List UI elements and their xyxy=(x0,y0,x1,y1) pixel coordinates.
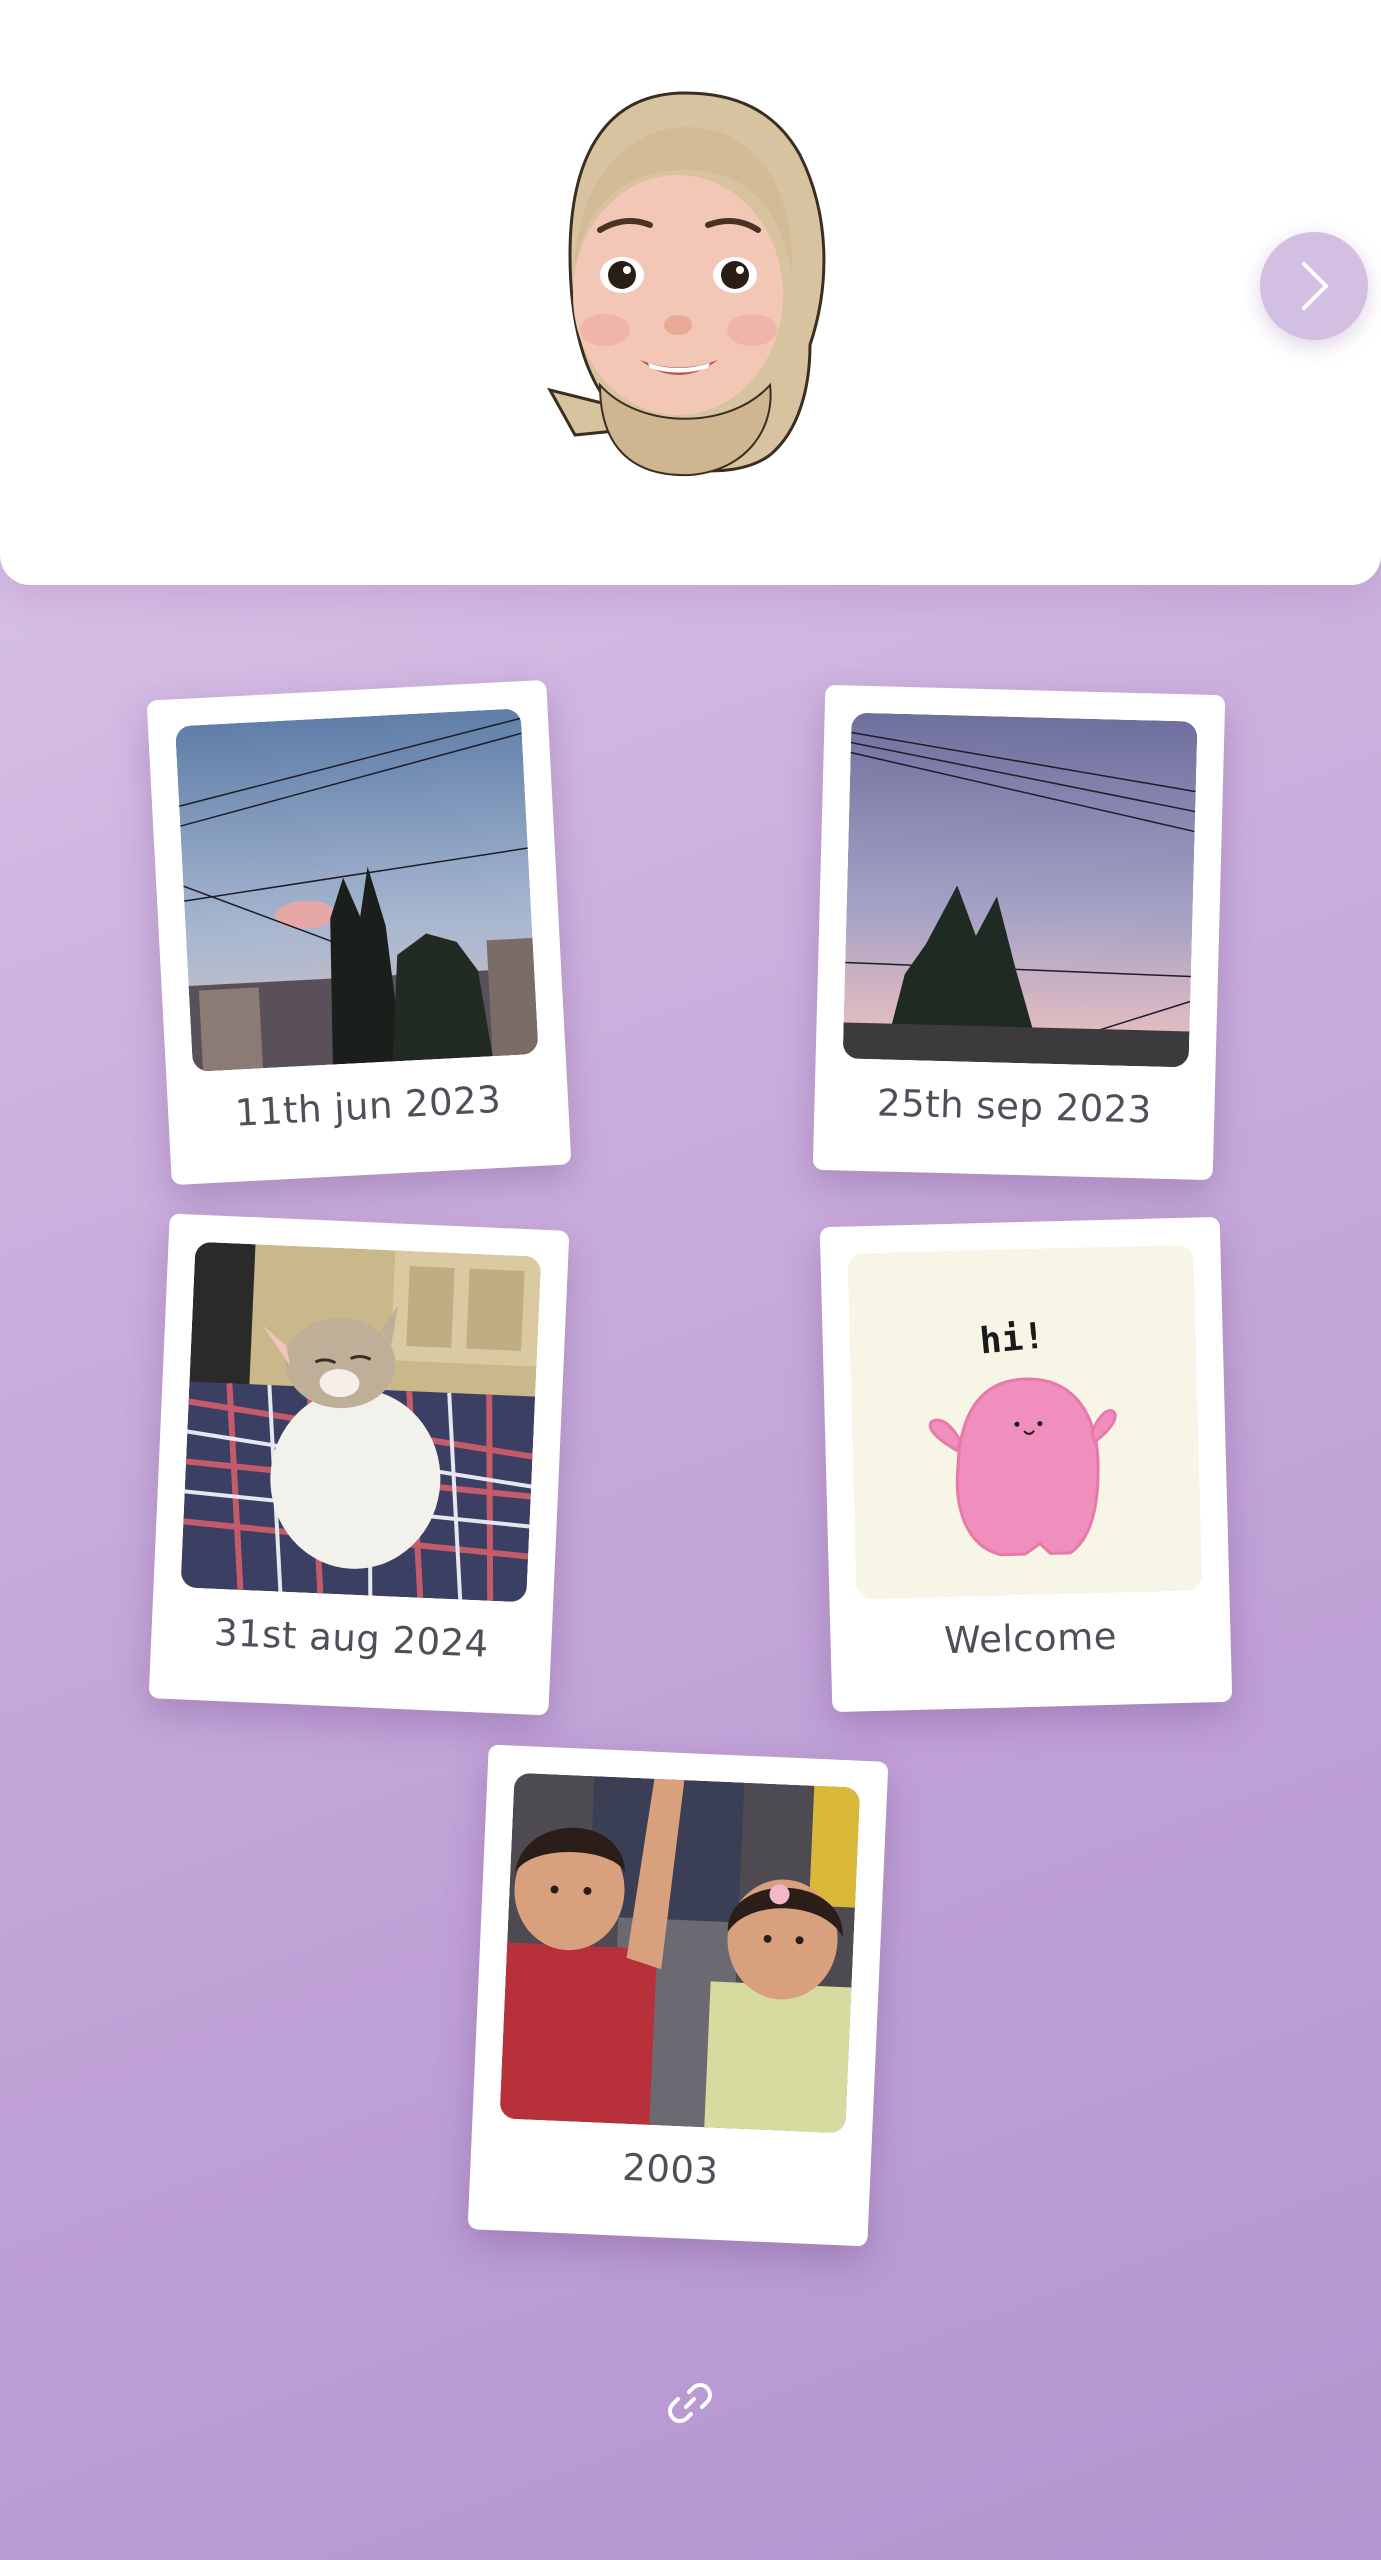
polaroid-caption: 11th jun 2023 xyxy=(233,1077,503,1135)
childhood-photo xyxy=(499,1772,861,2134)
polaroid-card[interactable]: 2003 xyxy=(467,1744,889,2247)
polaroid-caption: 25th sep 2023 xyxy=(876,1081,1153,1132)
polaroid-card[interactable]: hi! Welcome xyxy=(819,1216,1233,1713)
polaroid-caption: 2003 xyxy=(621,2145,720,2193)
hi-pink-blob-illustration: hi! xyxy=(847,1244,1203,1600)
cypress-sky-photo xyxy=(842,712,1198,1068)
sleeping-cat-photo xyxy=(180,1241,542,1603)
next-button[interactable] xyxy=(1260,232,1368,340)
polaroid-caption: Welcome xyxy=(943,1614,1118,1663)
polaroid-card[interactable]: 11th jun 2023 xyxy=(146,679,572,1186)
polaroid-card[interactable]: 31st aug 2024 xyxy=(148,1213,570,1716)
polaroid-card[interactable]: 25th sep 2023 xyxy=(812,684,1226,1181)
memoji-avatar-icon xyxy=(547,91,826,477)
link-icon[interactable] xyxy=(665,2378,715,2428)
sunset-trees-photo xyxy=(174,708,539,1072)
profile-header xyxy=(0,0,1381,585)
illustration-greeting: hi! xyxy=(978,1315,1047,1362)
chevron-right-icon xyxy=(1302,262,1328,310)
polaroid-caption: 31st aug 2024 xyxy=(213,1610,490,1666)
